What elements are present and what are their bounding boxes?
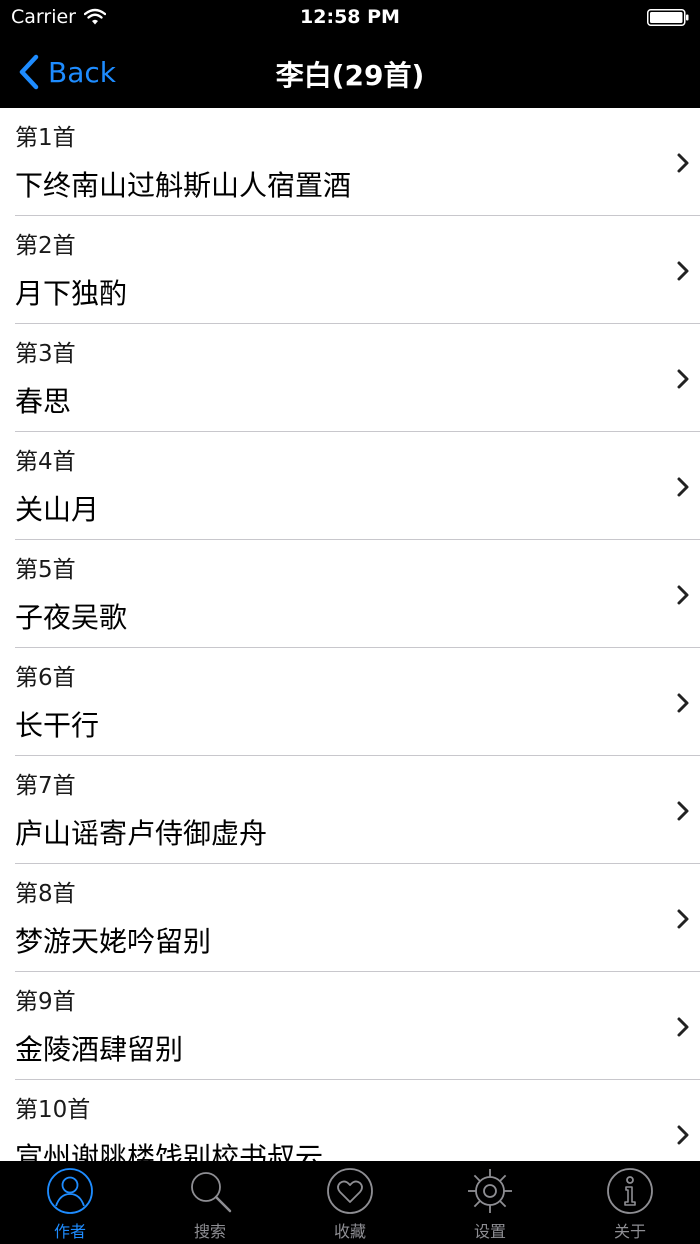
list-item[interactable]: 第3首 春思 <box>0 324 700 432</box>
list-item[interactable]: 第9首 金陵酒肆留别 <box>0 972 700 1080</box>
screen: Carrier 12:58 PM Back 李白(29首) 第1首 下终南山过斛… <box>0 0 700 1244</box>
tab-label: 搜索 <box>193 1222 226 1241</box>
page-title: 李白(29首) <box>275 59 425 92</box>
poem-title: 梦游天姥吟留别 <box>15 925 212 958</box>
tab-search[interactable]: 搜索 <box>140 1161 280 1244</box>
list-item[interactable]: 第4首 关山月 <box>0 432 700 540</box>
chevron-right-icon <box>677 261 689 281</box>
person-icon <box>47 1168 93 1214</box>
poem-title: 春思 <box>15 385 72 418</box>
search-icon <box>191 1172 232 1213</box>
poem-list[interactable]: 第1首 下终南山过斛斯山人宿置酒 第2首 月下独酌 第3首 春思 第4首 关山月… <box>0 108 700 1161</box>
poem-index: 第3首 <box>15 341 76 367</box>
chevron-right-icon <box>677 1125 689 1145</box>
tab-favorites[interactable]: 收藏 <box>280 1161 420 1244</box>
heart-icon <box>327 1168 373 1214</box>
status-bar: Carrier 12:58 PM <box>0 0 700 36</box>
gear-icon <box>468 1169 512 1213</box>
info-icon <box>607 1168 653 1214</box>
chevron-right-icon <box>677 801 689 821</box>
list-item[interactable]: 第8首 梦游天姥吟留别 <box>0 864 700 972</box>
navigation-bar: Back 李白(29首) <box>0 36 700 108</box>
poem-title: 月下独酌 <box>15 277 128 310</box>
poem-title: 下终南山过斛斯山人宿置酒 <box>15 169 352 202</box>
tab-label: 关于 <box>613 1222 646 1241</box>
poem-index: 第9首 <box>15 989 76 1015</box>
chevron-right-icon <box>677 369 689 389</box>
chevron-right-icon <box>677 477 689 497</box>
poem-index: 第7首 <box>15 773 76 799</box>
list-item[interactable]: 第10首 宣州谢脁楼饯别校书叔云 <box>0 1080 700 1161</box>
poem-title: 长干行 <box>15 709 100 742</box>
poem-index: 第5首 <box>15 557 76 583</box>
tab-label: 设置 <box>473 1222 506 1241</box>
status-time: 12:58 PM <box>300 6 400 28</box>
list-item[interactable]: 第7首 庐山谣寄卢侍御虚舟 <box>0 756 700 864</box>
top-bar: Carrier 12:58 PM Back 李白(29首) <box>0 0 700 108</box>
poem-index: 第6首 <box>15 665 76 691</box>
poem-index: 第2首 <box>15 233 76 259</box>
poem-index: 第8首 <box>15 881 76 907</box>
poem-title: 关山月 <box>15 493 100 526</box>
chevron-right-icon <box>677 1017 689 1037</box>
poem-title: 庐山谣寄卢侍御虚舟 <box>15 817 268 850</box>
tab-label: 收藏 <box>333 1222 366 1241</box>
poem-index: 第10首 <box>15 1097 91 1123</box>
tab-settings[interactable]: 设置 <box>420 1161 560 1244</box>
tab-author[interactable]: 作者 <box>0 1161 140 1244</box>
chevron-right-icon <box>677 585 689 605</box>
poem-title: 宣州谢脁楼饯别校书叔云 <box>15 1141 324 1161</box>
list-item[interactable]: 第6首 长干行 <box>0 648 700 756</box>
list-item[interactable]: 第1首 下终南山过斛斯山人宿置酒 <box>0 108 700 216</box>
list-item[interactable]: 第5首 子夜吴歌 <box>0 540 700 648</box>
battery-icon <box>647 9 689 26</box>
tab-about[interactable]: 关于 <box>560 1161 700 1244</box>
tab-bar: 作者 搜索 收藏 设置 关于 <box>0 1161 700 1244</box>
tab-label: 作者 <box>53 1222 86 1241</box>
poem-title: 金陵酒肆留别 <box>15 1033 184 1066</box>
chevron-right-icon <box>677 153 689 173</box>
poem-title: 子夜吴歌 <box>15 601 128 634</box>
chevron-right-icon <box>677 909 689 929</box>
list-item[interactable]: 第2首 月下独酌 <box>0 216 700 324</box>
chevron-right-icon <box>677 693 689 713</box>
poem-index: 第4首 <box>15 449 76 475</box>
poem-index: 第1首 <box>15 125 76 151</box>
